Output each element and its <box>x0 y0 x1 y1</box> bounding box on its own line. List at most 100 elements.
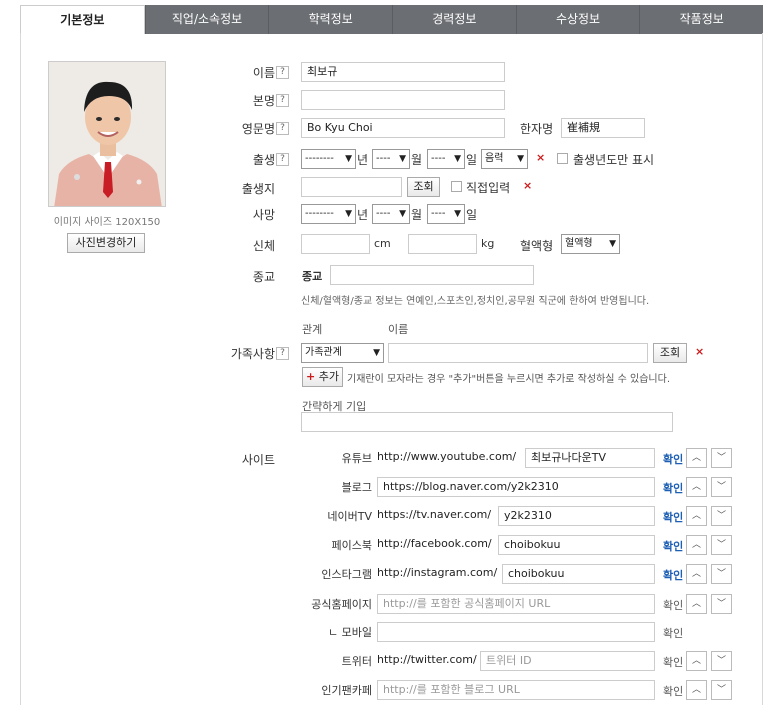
weight-input[interactable] <box>408 234 477 254</box>
help-icon[interactable]: ? <box>276 347 289 360</box>
move-down-button[interactable]: ﹀ <box>711 680 732 700</box>
birth-month-select[interactable]: ---- ▼ <box>372 149 410 169</box>
move-up-button[interactable]: ︿ <box>686 477 707 497</box>
site-url-input[interactable]: choibokuu <box>502 564 655 584</box>
blood-type-value: 혈액형 <box>565 238 593 249</box>
tab-award-info[interactable]: 수상정보 <box>515 5 640 34</box>
chevron-down-icon: ▼ <box>609 239 616 249</box>
birth-day-value: ---- <box>431 153 446 164</box>
birth-day-select[interactable]: ---- ▼ <box>427 149 465 169</box>
death-month-select[interactable]: ---- ▼ <box>372 204 410 224</box>
calendar-type-select[interactable]: 음력 ▼ <box>481 149 528 169</box>
tab-education-info[interactable]: 학력정보 <box>268 5 393 34</box>
site-confirm-link[interactable]: 확인 <box>663 597 683 613</box>
change-photo-button[interactable]: 사진변경하기 <box>67 233 145 253</box>
kg-unit: kg <box>481 237 495 250</box>
move-down-button[interactable]: ﹀ <box>711 594 732 614</box>
death-day-select[interactable]: ---- ▼ <box>427 204 465 224</box>
clear-x-icon[interactable]: × <box>536 151 545 164</box>
help-icon[interactable]: ? <box>276 153 289 166</box>
death-label: 사망 <box>252 208 275 222</box>
birthplace-input[interactable] <box>301 177 402 197</box>
blood-type-select[interactable]: 혈액형 ▼ <box>561 234 620 254</box>
height-input[interactable] <box>301 234 370 254</box>
family-relation-col-header: 관계 <box>302 323 323 336</box>
tab-basic-info[interactable]: 기본정보 <box>20 5 145 34</box>
family-relation-select[interactable]: 가족관계 ▼ <box>301 343 384 363</box>
move-up-button[interactable]: ︿ <box>686 448 707 468</box>
death-day-value: ---- <box>431 208 446 219</box>
move-up-button[interactable]: ︿ <box>686 506 707 526</box>
family-search-button[interactable]: 조회 <box>653 343 687 363</box>
name-input[interactable]: 최보규 <box>301 62 505 82</box>
birth-year-only-checkbox[interactable] <box>557 153 568 164</box>
site-confirm-link[interactable]: 확인 <box>663 683 683 699</box>
site-confirm-link[interactable]: 확인 <box>663 451 683 467</box>
death-year-value: -------- <box>305 208 334 219</box>
death-month-value: ---- <box>376 208 391 219</box>
religion-label: 종교 <box>252 270 275 284</box>
tab-career-info[interactable]: 경력정보 <box>392 5 516 34</box>
site-url-input[interactable]: y2k2310 <box>498 506 655 526</box>
death-year-select[interactable]: -------- ▼ <box>301 204 356 224</box>
site-confirm-link[interactable]: 확인 <box>663 509 683 525</box>
hanja-name-input[interactable]: 崔補規 <box>561 118 645 138</box>
site-confirm-link[interactable]: 확인 <box>663 538 683 554</box>
move-up-button[interactable]: ︿ <box>686 680 707 700</box>
move-down-button[interactable]: ﹀ <box>711 651 732 671</box>
help-icon[interactable]: ? <box>276 122 289 135</box>
chevron-down-icon: ▼ <box>454 154 461 164</box>
help-icon[interactable]: ? <box>276 94 289 107</box>
english-name-input[interactable]: Bo Kyu Choi <box>301 118 505 138</box>
birthplace-search-button[interactable]: 조회 <box>407 177 440 197</box>
site-url-input[interactable]: 트위터 ID <box>480 651 655 671</box>
site-confirm-link[interactable]: 확인 <box>663 480 683 496</box>
site-label: 사이트 <box>241 453 275 467</box>
site-url-input[interactable]: https://blog.naver.com/y2k2310 <box>377 477 655 497</box>
real-name-input[interactable] <box>301 90 505 110</box>
site-url-input[interactable]: 최보규나다운TV <box>525 448 655 468</box>
site-url-input[interactable] <box>377 622 655 642</box>
move-up-button[interactable]: ︿ <box>686 594 707 614</box>
religion-input[interactable] <box>330 265 534 285</box>
move-up-button[interactable]: ︿ <box>686 535 707 555</box>
site-url-input[interactable]: http://를 포함한 공식홈페이지 URL <box>377 594 655 614</box>
birth-year-only-label: 출생년도만 표시 <box>573 153 655 167</box>
site-confirm-link[interactable]: 확인 <box>663 567 683 583</box>
birth-year-select[interactable]: -------- ▼ <box>301 149 356 169</box>
move-down-button[interactable]: ﹀ <box>711 477 732 497</box>
move-down-button[interactable]: ﹀ <box>711 448 732 468</box>
tab-job-info[interactable]: 직업/소속정보 <box>144 5 269 34</box>
site-confirm-link[interactable]: 확인 <box>663 625 683 641</box>
direct-input-checkbox[interactable] <box>451 181 462 192</box>
site-confirm-link[interactable]: 확인 <box>663 654 683 670</box>
name-label: 이름 <box>252 66 275 80</box>
photo-size-caption: 이미지 사이즈 120X150 <box>53 217 161 228</box>
year-unit: 년 <box>357 153 369 167</box>
move-up-button[interactable]: ︿ <box>686 564 707 584</box>
family-brief-input[interactable] <box>301 412 673 432</box>
day-unit: 일 <box>466 153 478 167</box>
chevron-down-icon: ▼ <box>399 154 406 164</box>
family-name-input[interactable] <box>388 343 648 363</box>
clear-x-icon[interactable]: × <box>523 179 532 192</box>
family-name-col-header: 이름 <box>388 323 409 336</box>
site-row-name: 공식홈페이지 <box>311 598 372 611</box>
move-down-button[interactable]: ﹀ <box>711 564 732 584</box>
site-row-name: 네이버TV <box>327 510 372 523</box>
site-url-input[interactable]: choibokuu <box>498 535 655 555</box>
body-label: 신체 <box>252 239 275 253</box>
chevron-down-icon: ▼ <box>399 209 406 219</box>
site-url-input[interactable]: http://를 포함한 블로그 URL <box>377 680 655 700</box>
move-down-button[interactable]: ﹀ <box>711 535 732 555</box>
site-row-name: 인스타그램 <box>321 568 372 581</box>
clear-x-icon[interactable]: × <box>695 345 704 358</box>
hanja-name-label: 한자명 <box>520 122 554 136</box>
move-up-button[interactable]: ︿ <box>686 651 707 671</box>
calendar-type-value: 음력 <box>485 153 504 164</box>
move-down-button[interactable]: ﹀ <box>711 506 732 526</box>
tab-works-info[interactable]: 작품정보 <box>639 5 764 34</box>
add-family-button[interactable]: + 추가 <box>302 367 343 387</box>
help-icon[interactable]: ? <box>276 66 289 79</box>
month-unit: 월 <box>411 208 423 222</box>
